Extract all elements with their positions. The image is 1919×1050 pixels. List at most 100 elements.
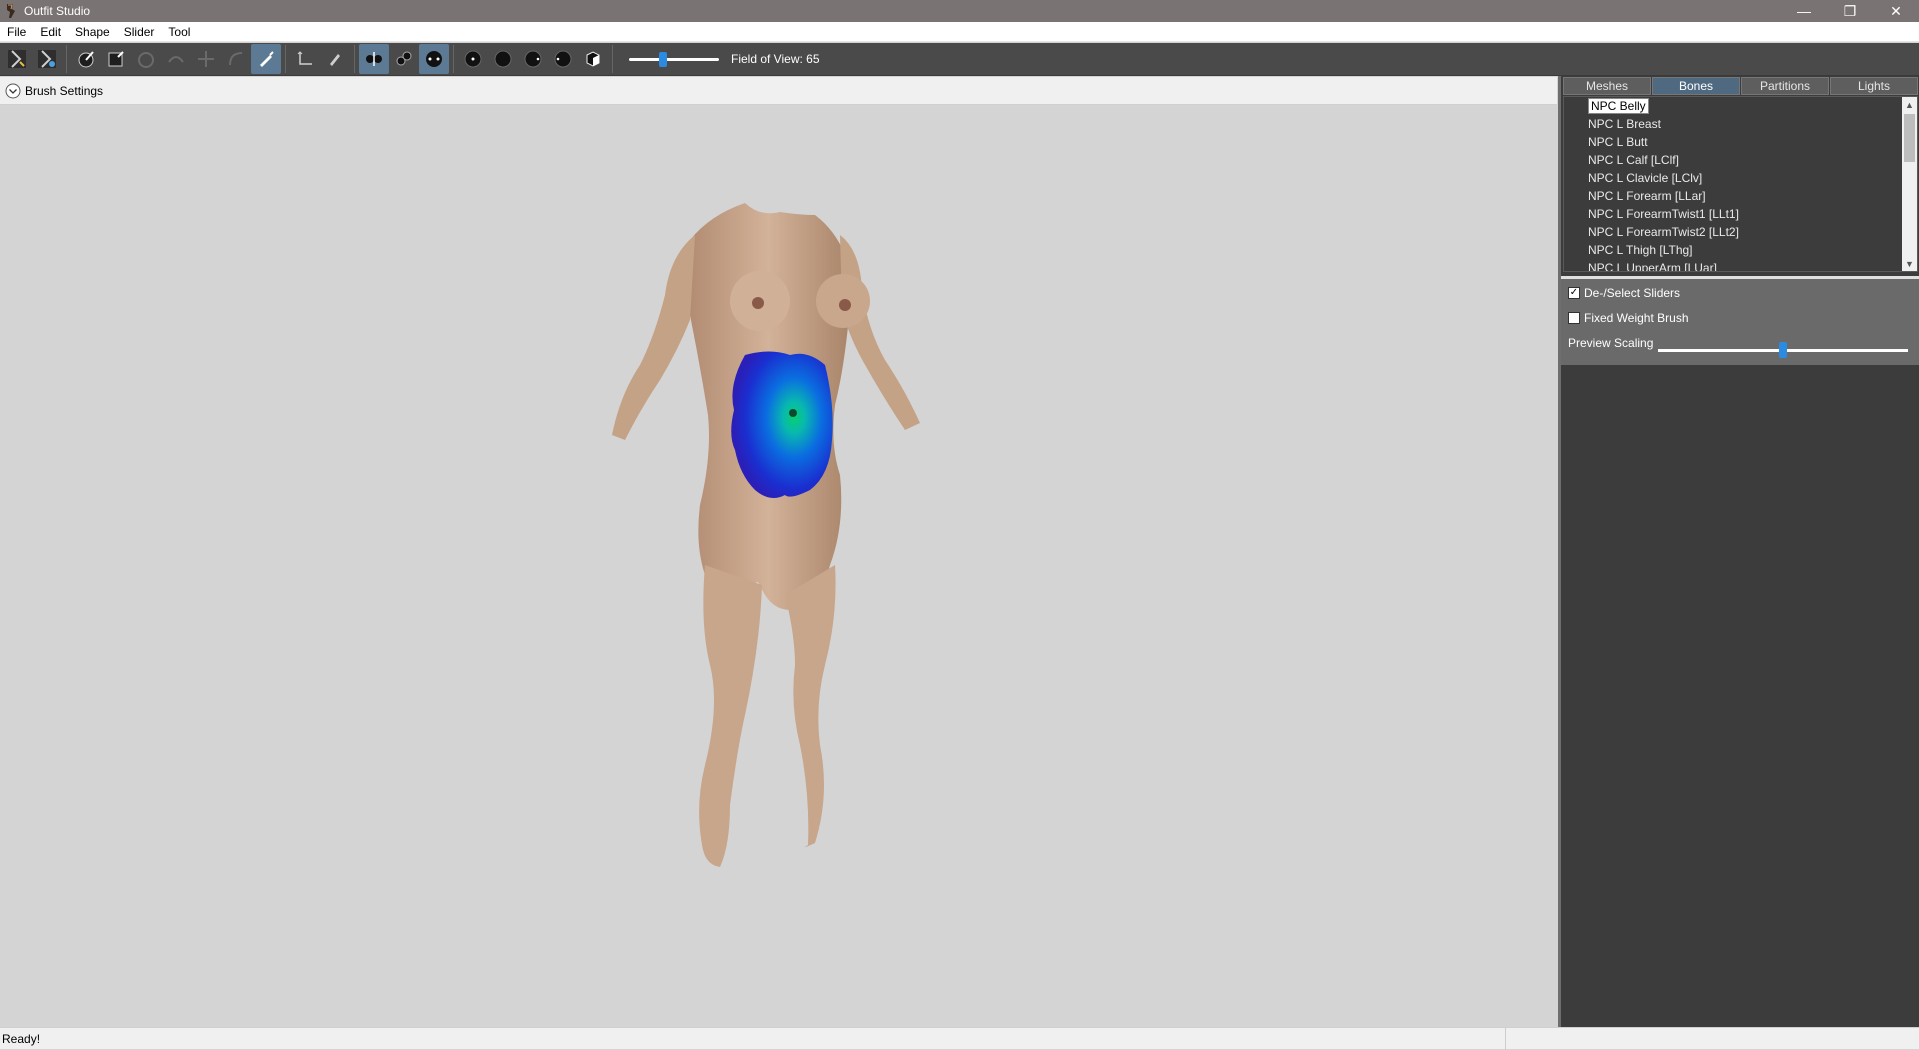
brush-smooth-button[interactable] (161, 44, 191, 74)
brush-undiff-button[interactable] (221, 44, 251, 74)
right-pane: Meshes Bones Partitions Lights NPC Belly… (1558, 76, 1919, 1027)
restore-button[interactable]: ❐ (1827, 0, 1873, 22)
view-front-button[interactable] (458, 44, 488, 74)
toolbar-separator (453, 45, 454, 73)
perspective-button[interactable] (578, 44, 608, 74)
view-left-button[interactable] (518, 44, 548, 74)
brush-deflate-button[interactable] (131, 44, 161, 74)
toolbar: Field of View: 65 (0, 43, 1919, 76)
status-text: Ready! (2, 1031, 41, 1046)
brush-weight-button[interactable] (251, 44, 281, 74)
brush-smooth-icon (168, 56, 184, 63)
preview-scaling-row: Preview Scaling (1568, 336, 1653, 350)
transform-tool-icon (38, 50, 56, 68)
window-title: Outfit Studio (24, 4, 91, 18)
tab-meshes[interactable]: Meshes (1563, 77, 1651, 95)
view-left-icon (524, 50, 542, 68)
preview-scaling-slider[interactable] (1658, 342, 1908, 358)
menu-slider[interactable]: Slider (117, 25, 162, 39)
bone-list: NPC Belly NPC L Breast NPC L Butt NPC L … (1563, 96, 1918, 272)
brush-deflate-icon (138, 52, 154, 68)
pivot-tool-button[interactable] (290, 44, 320, 74)
fixed-weight-brush-row[interactable]: Fixed Weight Brush (1568, 311, 1689, 325)
deselect-sliders-row[interactable]: ✓ De-/Select Sliders (1568, 286, 1680, 300)
x-mirror-icon (366, 52, 382, 66)
brush-inflate-button[interactable] (71, 44, 101, 74)
expand-toggle-icon[interactable] (5, 83, 21, 99)
fov-slider-track (629, 58, 719, 61)
connected-only-button[interactable] (389, 44, 419, 74)
brush-settings-header[interactable]: Brush Settings (0, 77, 1557, 105)
bone-options: ✓ De-/Select Sliders Fixed Weight Brush … (1561, 276, 1919, 365)
bone-item[interactable]: NPC L Forearm [LLar] (1564, 187, 1917, 205)
bone-item[interactable]: NPC L Thigh [LThg] (1564, 241, 1917, 259)
toolbar-separator (612, 45, 613, 73)
brush-color-icon (330, 54, 340, 66)
preview-scaling-thumb[interactable] (1779, 342, 1787, 358)
brush-inflate-icon (78, 51, 94, 68)
brush-mask-icon (108, 51, 124, 67)
menu-edit[interactable]: Edit (33, 25, 68, 39)
brush-move-button[interactable] (191, 44, 221, 74)
tab-bones[interactable]: Bones (1652, 77, 1740, 95)
belly-weight-paint (731, 351, 833, 499)
right-arm-mesh (840, 235, 920, 430)
right-nipple-mesh (839, 299, 851, 311)
brush-color-button[interactable] (320, 44, 350, 74)
preview-scaling-label: Preview Scaling (1568, 336, 1654, 350)
minimize-button[interactable]: — (1781, 0, 1827, 22)
scroll-up-icon[interactable]: ▲ (1902, 97, 1917, 112)
menu-shape[interactable]: Shape (68, 25, 117, 39)
fixed-weight-brush-label: Fixed Weight Brush (1584, 311, 1689, 325)
menu-bar: File Edit Shape Slider Tool (0, 22, 1919, 42)
perspective-icon (586, 51, 600, 67)
scroll-down-icon[interactable]: ▼ (1902, 256, 1917, 271)
select-tool-button[interactable] (2, 44, 32, 74)
left-leg-mesh (699, 565, 762, 867)
view-front-icon (464, 50, 482, 68)
fov-slider-thumb[interactable] (659, 52, 668, 67)
x-mirror-button[interactable] (359, 44, 389, 74)
navel-mesh (789, 409, 797, 417)
brush-settings-label: Brush Settings (25, 83, 104, 98)
scrollbar-thumb[interactable] (1904, 114, 1915, 162)
deselect-sliders-checkbox[interactable]: ✓ (1568, 287, 1580, 299)
bone-list-scrollbar[interactable]: ▲ ▼ (1902, 97, 1917, 271)
right-leg-mesh (785, 565, 836, 848)
status-divider (1505, 1028, 1506, 1050)
connected-only-icon (396, 51, 412, 66)
fov-label: Field of View: 65 (731, 52, 820, 66)
global-brush-button[interactable] (419, 44, 449, 74)
select-tool-icon (8, 50, 26, 68)
brush-mask-button[interactable] (101, 44, 131, 74)
bone-item[interactable]: NPC L Calf [LClf] (1564, 151, 1917, 169)
status-bar: Ready! (0, 1027, 1919, 1050)
pane-tabs: Meshes Bones Partitions Lights (1563, 77, 1919, 95)
bone-item[interactable]: NPC L ForearmTwist2 [LLt2] (1564, 223, 1917, 241)
fixed-weight-brush-checkbox[interactable] (1568, 312, 1580, 324)
transform-tool-button[interactable] (32, 44, 62, 74)
body-mesh[interactable] (0, 105, 1557, 1027)
bone-item[interactable]: NPC L Clavicle [LClv] (1564, 169, 1917, 187)
bone-item[interactable]: NPC L ForearmTwist1 [LLt1] (1564, 205, 1917, 223)
bone-item[interactable]: NPC L Butt (1564, 133, 1917, 151)
pivot-tool-icon (297, 51, 312, 65)
tab-partitions[interactable]: Partitions (1741, 77, 1829, 95)
title-bar: Outfit Studio — ❐ ✕ (0, 0, 1919, 22)
view-back-button[interactable] (488, 44, 518, 74)
bone-item[interactable]: NPC L UpperArm [LUar] (1564, 259, 1917, 271)
bone-item[interactable]: NPC L Breast (1564, 115, 1917, 133)
view-right-button[interactable] (548, 44, 578, 74)
menu-file[interactable]: File (0, 25, 33, 39)
menu-tool[interactable]: Tool (161, 25, 197, 39)
tab-lights[interactable]: Lights (1830, 77, 1918, 95)
toolbar-separator (66, 45, 67, 73)
bone-item[interactable]: NPC Belly (1564, 97, 1917, 115)
toolbar-separator (285, 45, 286, 73)
3d-viewport[interactable] (0, 105, 1557, 1027)
close-button[interactable]: ✕ (1873, 0, 1919, 22)
deselect-sliders-label: De-/Select Sliders (1584, 286, 1681, 300)
toolbar-separator (354, 45, 355, 73)
bone-item-label: NPC Belly (1588, 98, 1649, 114)
fov-slider[interactable] (629, 44, 719, 74)
